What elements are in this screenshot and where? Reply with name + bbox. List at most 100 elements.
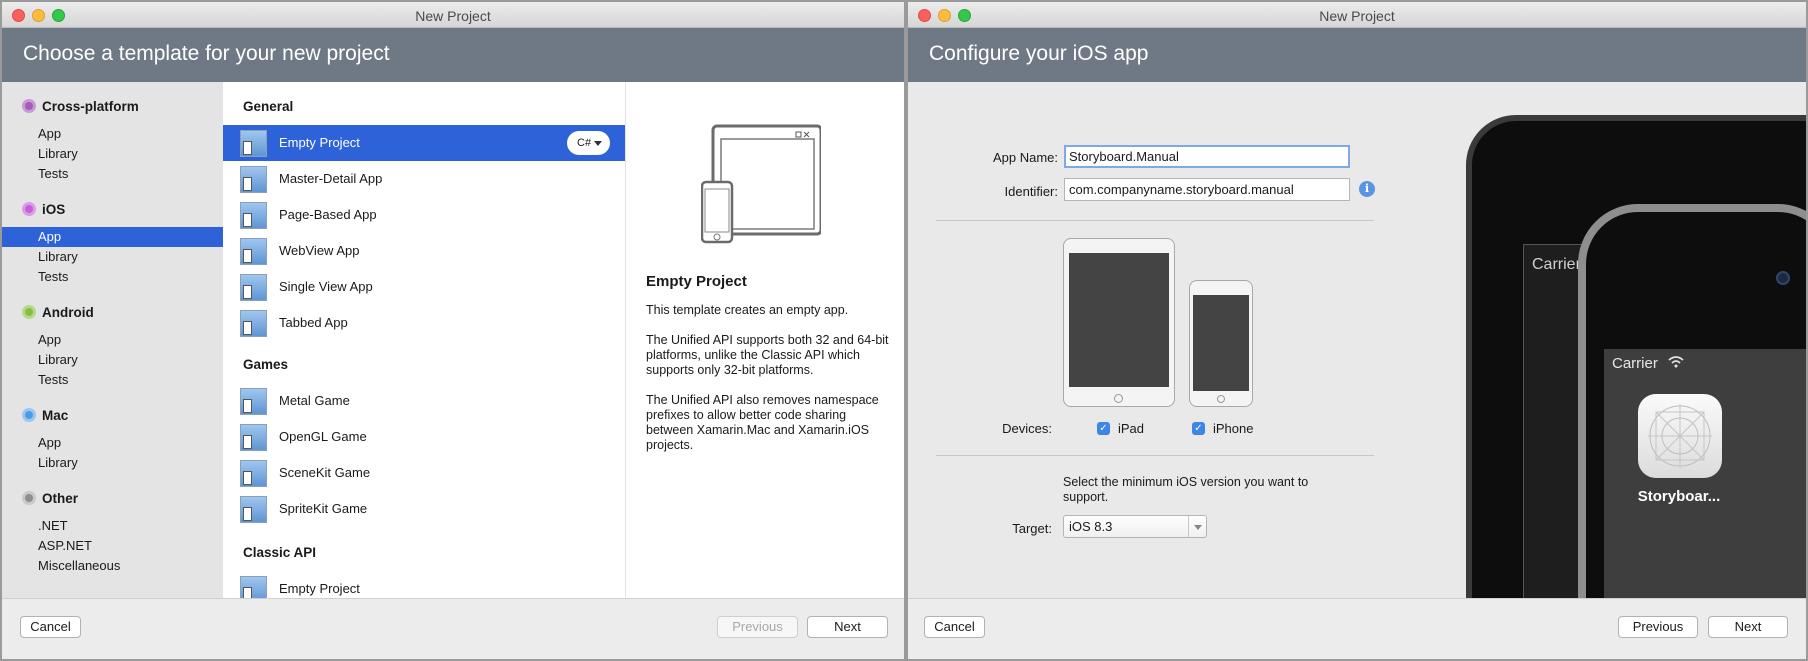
sidebar-item-android-app[interactable]: App — [2, 330, 223, 350]
cancel-button[interactable]: Cancel — [924, 616, 985, 638]
template-preview-icon — [701, 124, 821, 244]
target-hint: Select the minimum iOS version you want … — [1063, 475, 1309, 504]
titlebar: New Project — [2, 2, 904, 28]
sidebar-item-cross-platform-tests[interactable]: Tests — [2, 164, 223, 184]
mac-icon — [22, 408, 36, 422]
template-item-spritekit-game[interactable]: SpriteKit Game — [223, 491, 625, 527]
template-item-single-view[interactable]: Single View App — [223, 269, 625, 305]
template-label: Empty Project — [279, 135, 360, 150]
wifi-icon — [1668, 356, 1684, 368]
sidebar-item-ios-tests[interactable]: Tests — [2, 267, 223, 287]
category-android[interactable]: Android — [22, 305, 94, 320]
category-other[interactable]: Other — [22, 491, 78, 506]
template-detail-pane: Empty Project This template creates an e… — [625, 82, 904, 602]
app-name-label: App Name: — [992, 150, 1058, 165]
template-icon — [240, 130, 267, 157]
template-icon — [240, 238, 267, 265]
language-value: C# — [577, 137, 592, 149]
device-preview: Carrier Carrier Storyboar... — [1466, 82, 1806, 602]
template-label: WebView App — [279, 243, 360, 258]
window-title: New Project — [1319, 8, 1395, 24]
ipad-carrier-text: Carrier — [1532, 256, 1581, 273]
previous-button[interactable]: Previous — [1618, 616, 1698, 638]
sidebar-item-ios-library[interactable]: Library — [2, 247, 223, 267]
template-item-empty-project[interactable]: Empty Project C# — [223, 125, 625, 161]
category-label: Cross-platform — [42, 99, 139, 114]
template-label: Metal Game — [279, 393, 350, 408]
previous-button[interactable]: Previous — [717, 616, 798, 638]
category-mac[interactable]: Mac — [22, 408, 68, 423]
sidebar-item-other-misc[interactable]: Miscellaneous — [2, 556, 223, 576]
page-title: Choose a template for your new project — [23, 42, 390, 65]
sidebar-item-mac-library[interactable]: Library — [2, 453, 223, 473]
category-cross-platform[interactable]: Cross-platform — [22, 99, 139, 114]
cancel-button[interactable]: Cancel — [20, 616, 81, 638]
cross-platform-icon — [22, 99, 36, 113]
ipad-checkbox-label: iPad — [1118, 421, 1145, 436]
detail-paragraph: The Unified API also removes namespace p… — [646, 393, 879, 452]
template-icon — [240, 496, 267, 523]
footer-bar: Cancel Previous Next — [2, 598, 904, 659]
next-button[interactable]: Next — [807, 616, 888, 638]
identifier-input[interactable]: com.companyname.storyboard.manual — [1064, 178, 1350, 201]
category-sidebar: Cross-platform App Library Tests iOS App… — [2, 82, 223, 602]
template-label: Empty Project — [279, 581, 360, 596]
detail-paragraph: This template creates an empty app. — [646, 303, 849, 317]
template-item-page-based[interactable]: Page-Based App — [223, 197, 625, 233]
section-header-games: Games — [243, 357, 289, 372]
section-header-general: General — [243, 99, 294, 114]
divider — [936, 455, 1374, 456]
template-icon — [240, 460, 267, 487]
category-ios[interactable]: iOS — [22, 202, 65, 217]
sidebar-item-android-tests[interactable]: Tests — [2, 370, 223, 390]
template-label: Master-Detail App — [279, 171, 383, 186]
iphone-checkbox[interactable]: ✓ — [1192, 422, 1205, 435]
template-icon — [240, 310, 267, 337]
other-icon — [22, 491, 36, 505]
template-icon — [240, 388, 267, 415]
section-header-classic-api: Classic API — [243, 545, 317, 560]
detail-title: Empty Project — [646, 273, 747, 290]
sidebar-item-cross-platform-library[interactable]: Library — [2, 144, 223, 164]
caret-down-icon — [594, 141, 602, 146]
template-item-tabbed[interactable]: Tabbed App — [223, 305, 625, 341]
template-item-metal-game[interactable]: Metal Game — [223, 383, 625, 419]
footer-bar: Cancel Previous Next — [908, 598, 1806, 659]
template-label: Single View App — [279, 279, 373, 294]
ipad-checkbox[interactable]: ✓ — [1097, 422, 1110, 435]
template-item-opengl-game[interactable]: OpenGL Game — [223, 419, 625, 455]
info-icon[interactable]: i — [1359, 181, 1375, 197]
template-icon — [240, 424, 267, 451]
next-button[interactable]: Next — [1708, 616, 1788, 638]
template-item-scenekit-game[interactable]: SceneKit Game — [223, 455, 625, 491]
template-label: Tabbed App — [279, 315, 348, 330]
window-title: New Project — [415, 8, 491, 24]
devices-label: Devices: — [1002, 421, 1052, 436]
language-dropdown[interactable]: C# — [567, 131, 610, 155]
target-version-select[interactable]: iOS 8.3 — [1063, 515, 1207, 538]
header-banner: Choose a template for your new project — [2, 28, 904, 82]
sidebar-item-mac-app[interactable]: App — [2, 433, 223, 453]
sidebar-item-cross-platform-app[interactable]: App — [2, 124, 223, 144]
ipad-screen — [1069, 253, 1169, 387]
page-title: Configure your iOS app — [929, 42, 1149, 65]
iphone-carrier-text: Carrier — [1612, 355, 1658, 372]
category-label: Android — [42, 305, 94, 320]
sidebar-item-other-aspnet[interactable]: ASP.NET — [2, 536, 223, 556]
app-icon-grid — [1648, 404, 1712, 468]
template-item-master-detail[interactable]: Master-Detail App — [223, 161, 625, 197]
divider — [936, 220, 1374, 221]
titlebar: New Project — [908, 2, 1806, 28]
sidebar-item-android-library[interactable]: Library — [2, 350, 223, 370]
category-label: Mac — [42, 408, 69, 423]
sidebar-item-ios-app[interactable]: App — [2, 227, 223, 247]
ipad-preview-image — [1063, 238, 1175, 407]
template-icon — [240, 202, 267, 229]
app-name-input[interactable]: Storyboard.Manual — [1064, 145, 1350, 168]
camera-icon — [1776, 271, 1790, 285]
detail-paragraph: The Unified API supports both 32 and 64-… — [646, 333, 889, 377]
iphone-checkbox-label: iPhone — [1213, 421, 1254, 436]
sidebar-item-other-dotnet[interactable]: .NET — [2, 516, 223, 536]
app-name-preview: Storyboar... — [1637, 488, 1721, 505]
template-item-webview[interactable]: WebView App — [223, 233, 625, 269]
